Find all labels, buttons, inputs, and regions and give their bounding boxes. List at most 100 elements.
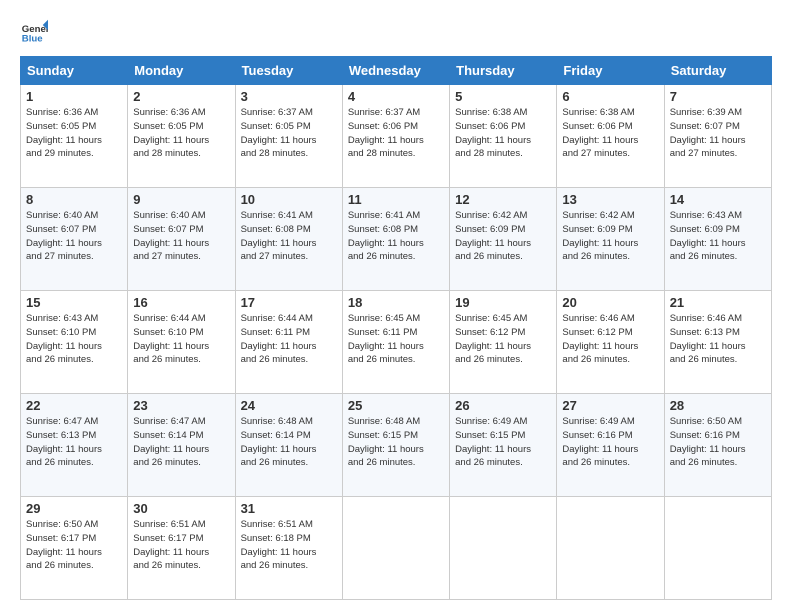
day-info: Sunrise: 6:37 AM Sunset: 6:06 PM Dayligh… xyxy=(348,106,444,161)
day-number: 18 xyxy=(348,295,444,310)
day-number: 31 xyxy=(241,501,337,516)
day-number: 16 xyxy=(133,295,229,310)
day-number: 11 xyxy=(348,192,444,207)
day-info: Sunrise: 6:42 AM Sunset: 6:09 PM Dayligh… xyxy=(562,209,658,264)
day-info: Sunrise: 6:47 AM Sunset: 6:13 PM Dayligh… xyxy=(26,415,122,470)
calendar-cell: 7 Sunrise: 6:39 AM Sunset: 6:07 PM Daylig… xyxy=(664,85,771,188)
day-info: Sunrise: 6:38 AM Sunset: 6:06 PM Dayligh… xyxy=(455,106,551,161)
day-info: Sunrise: 6:36 AM Sunset: 6:05 PM Dayligh… xyxy=(26,106,122,161)
day-number: 26 xyxy=(455,398,551,413)
calendar-cell: 3 Sunrise: 6:37 AM Sunset: 6:05 PM Daylig… xyxy=(235,85,342,188)
day-info: Sunrise: 6:38 AM Sunset: 6:06 PM Dayligh… xyxy=(562,106,658,161)
calendar-cell: 31 Sunrise: 6:51 AM Sunset: 6:18 PM Dayli… xyxy=(235,497,342,600)
day-number: 10 xyxy=(241,192,337,207)
day-info: Sunrise: 6:46 AM Sunset: 6:12 PM Dayligh… xyxy=(562,312,658,367)
calendar-cell: 2 Sunrise: 6:36 AM Sunset: 6:05 PM Daylig… xyxy=(128,85,235,188)
day-number: 24 xyxy=(241,398,337,413)
day-number: 3 xyxy=(241,89,337,104)
col-header-wednesday: Wednesday xyxy=(342,57,449,85)
day-number: 6 xyxy=(562,89,658,104)
day-number: 1 xyxy=(26,89,122,104)
calendar-cell: 13 Sunrise: 6:42 AM Sunset: 6:09 PM Dayli… xyxy=(557,188,664,291)
day-number: 15 xyxy=(26,295,122,310)
day-info: Sunrise: 6:50 AM Sunset: 6:17 PM Dayligh… xyxy=(26,518,122,573)
calendar-cell: 22 Sunrise: 6:47 AM Sunset: 6:13 PM Dayli… xyxy=(21,394,128,497)
calendar-cell xyxy=(557,497,664,600)
col-header-sunday: Sunday xyxy=(21,57,128,85)
day-info: Sunrise: 6:40 AM Sunset: 6:07 PM Dayligh… xyxy=(133,209,229,264)
calendar-cell: 6 Sunrise: 6:38 AM Sunset: 6:06 PM Daylig… xyxy=(557,85,664,188)
day-number: 30 xyxy=(133,501,229,516)
calendar-cell: 17Sunrise: 6:44 AM Sunset: 6:11 PM Dayli… xyxy=(235,291,342,394)
day-info: Sunrise: 6:45 AM Sunset: 6:11 PM Dayligh… xyxy=(348,312,444,367)
calendar-cell: 10 Sunrise: 6:41 AM Sunset: 6:08 PM Dayli… xyxy=(235,188,342,291)
calendar-cell: 25Sunrise: 6:48 AM Sunset: 6:15 PM Dayli… xyxy=(342,394,449,497)
day-info: Sunrise: 6:42 AM Sunset: 6:09 PM Dayligh… xyxy=(455,209,551,264)
day-number: 21 xyxy=(670,295,766,310)
col-header-monday: Monday xyxy=(128,57,235,85)
calendar-cell: 19Sunrise: 6:45 AM Sunset: 6:12 PM Dayli… xyxy=(450,291,557,394)
svg-text:Blue: Blue xyxy=(22,34,43,45)
calendar-cell xyxy=(342,497,449,600)
day-info: Sunrise: 6:36 AM Sunset: 6:05 PM Dayligh… xyxy=(133,106,229,161)
header: General Blue xyxy=(20,18,772,46)
calendar-cell: 12 Sunrise: 6:42 AM Sunset: 6:09 PM Dayli… xyxy=(450,188,557,291)
calendar-cell: 4 Sunrise: 6:37 AM Sunset: 6:06 PM Daylig… xyxy=(342,85,449,188)
calendar-cell: 9 Sunrise: 6:40 AM Sunset: 6:07 PM Daylig… xyxy=(128,188,235,291)
day-number: 20 xyxy=(562,295,658,310)
calendar-cell: 5 Sunrise: 6:38 AM Sunset: 6:06 PM Daylig… xyxy=(450,85,557,188)
calendar-cell: 26 Sunrise: 6:49 AM Sunset: 6:15 PM Dayli… xyxy=(450,394,557,497)
calendar-cell: 28 Sunrise: 6:50 AM Sunset: 6:16 PM Dayli… xyxy=(664,394,771,497)
calendar-cell: 14 Sunrise: 6:43 AM Sunset: 6:09 PM Dayli… xyxy=(664,188,771,291)
day-number: 2 xyxy=(133,89,229,104)
logo: General Blue xyxy=(20,18,52,46)
calendar-cell: 1 Sunrise: 6:36 AM Sunset: 6:05 PM Daylig… xyxy=(21,85,128,188)
day-info: Sunrise: 6:41 AM Sunset: 6:08 PM Dayligh… xyxy=(241,209,337,264)
day-number: 25 xyxy=(348,398,444,413)
day-info: Sunrise: 6:48 AM Sunset: 6:14 PM Dayligh… xyxy=(241,415,337,470)
calendar-cell: 16 Sunrise: 6:44 AM Sunset: 6:10 PM Dayli… xyxy=(128,291,235,394)
col-header-saturday: Saturday xyxy=(664,57,771,85)
day-info: Sunrise: 6:37 AM Sunset: 6:05 PM Dayligh… xyxy=(241,106,337,161)
col-header-thursday: Thursday xyxy=(450,57,557,85)
day-info: Sunrise: 6:50 AM Sunset: 6:16 PM Dayligh… xyxy=(670,415,766,470)
day-number: 28 xyxy=(670,398,766,413)
day-number: 13 xyxy=(562,192,658,207)
day-info: Sunrise: 6:39 AM Sunset: 6:07 PM Dayligh… xyxy=(670,106,766,161)
day-number: 22 xyxy=(26,398,122,413)
day-number: 5 xyxy=(455,89,551,104)
day-info: Sunrise: 6:46 AM Sunset: 6:13 PM Dayligh… xyxy=(670,312,766,367)
day-number: 4 xyxy=(348,89,444,104)
day-info: Sunrise: 6:43 AM Sunset: 6:10 PM Dayligh… xyxy=(26,312,122,367)
day-number: 27 xyxy=(562,398,658,413)
day-info: Sunrise: 6:45 AM Sunset: 6:12 PM Dayligh… xyxy=(455,312,551,367)
calendar-cell: 8Sunrise: 6:40 AM Sunset: 6:07 PM Daylig… xyxy=(21,188,128,291)
day-info: Sunrise: 6:44 AM Sunset: 6:11 PM Dayligh… xyxy=(241,312,337,367)
day-number: 7 xyxy=(670,89,766,104)
calendar-cell: 24 Sunrise: 6:48 AM Sunset: 6:14 PM Dayli… xyxy=(235,394,342,497)
calendar-cell: 18 Sunrise: 6:45 AM Sunset: 6:11 PM Dayli… xyxy=(342,291,449,394)
calendar-cell: 23 Sunrise: 6:47 AM Sunset: 6:14 PM Dayli… xyxy=(128,394,235,497)
day-info: Sunrise: 6:51 AM Sunset: 6:17 PM Dayligh… xyxy=(133,518,229,573)
col-header-tuesday: Tuesday xyxy=(235,57,342,85)
calendar-cell: 15 Sunrise: 6:43 AM Sunset: 6:10 PM Dayli… xyxy=(21,291,128,394)
day-info: Sunrise: 6:49 AM Sunset: 6:16 PM Dayligh… xyxy=(562,415,658,470)
calendar-cell: 11 Sunrise: 6:41 AM Sunset: 6:08 PM Dayli… xyxy=(342,188,449,291)
day-info: Sunrise: 6:49 AM Sunset: 6:15 PM Dayligh… xyxy=(455,415,551,470)
day-info: Sunrise: 6:44 AM Sunset: 6:10 PM Dayligh… xyxy=(133,312,229,367)
day-number: 8 xyxy=(26,192,122,207)
calendar-table: SundayMondayTuesdayWednesdayThursdayFrid… xyxy=(20,56,772,600)
page: General Blue SundayMondayTuesdayWednesda… xyxy=(0,0,792,612)
day-number: 12 xyxy=(455,192,551,207)
calendar-cell: 20 Sunrise: 6:46 AM Sunset: 6:12 PM Dayli… xyxy=(557,291,664,394)
day-info: Sunrise: 6:41 AM Sunset: 6:08 PM Dayligh… xyxy=(348,209,444,264)
calendar-cell: 27 Sunrise: 6:49 AM Sunset: 6:16 PM Dayli… xyxy=(557,394,664,497)
day-number: 9 xyxy=(133,192,229,207)
day-number: 23 xyxy=(133,398,229,413)
day-number: 14 xyxy=(670,192,766,207)
day-info: Sunrise: 6:43 AM Sunset: 6:09 PM Dayligh… xyxy=(670,209,766,264)
logo-icon: General Blue xyxy=(20,18,48,46)
calendar-cell: 30 Sunrise: 6:51 AM Sunset: 6:17 PM Dayli… xyxy=(128,497,235,600)
day-info: Sunrise: 6:51 AM Sunset: 6:18 PM Dayligh… xyxy=(241,518,337,573)
day-info: Sunrise: 6:47 AM Sunset: 6:14 PM Dayligh… xyxy=(133,415,229,470)
